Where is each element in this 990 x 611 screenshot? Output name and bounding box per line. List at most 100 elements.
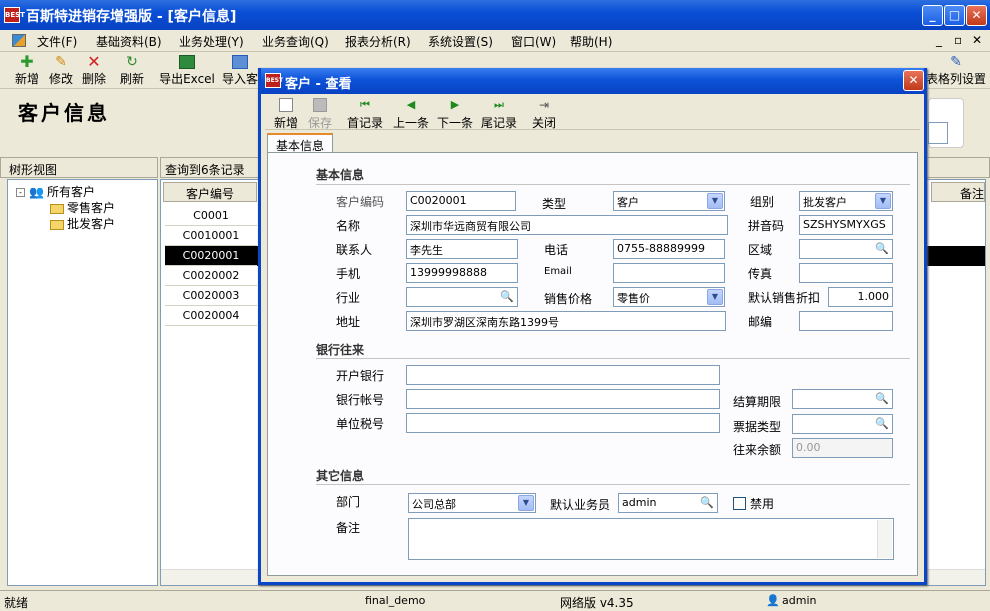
type-select[interactable]: 客户 ▼ bbox=[613, 191, 725, 211]
lookup-search-icon[interactable]: 🔍 bbox=[498, 289, 516, 305]
label-fax: 传真 bbox=[748, 267, 773, 281]
lookup-search-icon[interactable]: 🔍 bbox=[698, 495, 716, 511]
next-record-button[interactable]: ▶ 下一条 bbox=[435, 98, 475, 131]
table-row[interactable]: C0020004 bbox=[165, 306, 257, 326]
tree-item-retail[interactable]: 零售客户 bbox=[50, 199, 115, 216]
refresh-button[interactable]: ↻ 刷新 bbox=[117, 55, 147, 87]
code-field[interactable]: C0020001 bbox=[406, 191, 516, 211]
group-select[interactable]: 批发客户 ▼ bbox=[799, 191, 893, 211]
chevron-down-icon[interactable]: ▼ bbox=[518, 495, 534, 511]
table-row[interactable]: C0020002 bbox=[165, 266, 257, 286]
chevron-down-icon[interactable]: ▼ bbox=[707, 193, 723, 209]
email-field[interactable] bbox=[613, 263, 725, 283]
area-field[interactable]: 🔍 bbox=[799, 239, 893, 259]
disabled-checkbox[interactable] bbox=[733, 497, 746, 510]
settle-field[interactable]: 🔍 bbox=[792, 389, 893, 409]
label-code: 客户编码 bbox=[336, 195, 385, 209]
menu-window[interactable]: 窗口(W) bbox=[511, 33, 556, 50]
close-button[interactable]: ✕ bbox=[966, 5, 987, 26]
col-header-remark[interactable]: 备注 bbox=[931, 182, 985, 202]
col-header-code[interactable]: 客户编号 bbox=[163, 182, 257, 202]
contact-field[interactable]: 李先生 bbox=[406, 239, 518, 259]
import-button[interactable]: 导入客 bbox=[220, 55, 260, 87]
dialog-save-button[interactable]: 保存 bbox=[305, 98, 335, 131]
exit-door-icon: ⇥ bbox=[538, 98, 550, 112]
dialog-close-tool-button[interactable]: ⇥ 关闭 bbox=[529, 98, 559, 131]
search-input-fragment[interactable] bbox=[928, 122, 948, 144]
industry-field[interactable]: 🔍 bbox=[406, 287, 518, 307]
lookup-search-icon[interactable]: 🔍 bbox=[873, 391, 891, 407]
table-row[interactable]: C0001 bbox=[165, 206, 257, 226]
menu-query[interactable]: 业务查询(Q) bbox=[262, 33, 329, 50]
chevron-down-icon[interactable]: ▼ bbox=[707, 289, 723, 305]
first-record-button[interactable]: ⏮ 首记录 bbox=[345, 98, 385, 131]
salesman-field[interactable]: admin 🔍 bbox=[618, 493, 718, 513]
label-zip: 邮编 bbox=[748, 315, 773, 329]
tax-field[interactable] bbox=[406, 413, 720, 433]
address-field[interactable]: 深圳市罗湖区深南东路1399号 bbox=[406, 311, 726, 331]
prev-arrow-icon: ◀ bbox=[406, 98, 416, 111]
menu-help[interactable]: 帮助(H) bbox=[570, 33, 612, 50]
lookup-search-icon[interactable]: 🔍 bbox=[873, 416, 891, 432]
dept-select[interactable]: 公司总部 ▼ bbox=[408, 493, 536, 513]
delete-button[interactable]: ✕ 删除 bbox=[79, 54, 109, 87]
edit-button[interactable]: ✎ 修改 bbox=[46, 55, 76, 87]
menu-basic-data[interactable]: 基础资料(B) bbox=[96, 33, 162, 50]
label-settle: 结算期限 bbox=[733, 395, 782, 409]
account-field[interactable] bbox=[406, 389, 720, 409]
balance-field: 0.00 bbox=[792, 438, 893, 458]
dialog-add-button[interactable]: 新增 bbox=[271, 98, 301, 131]
current-user: admin bbox=[782, 594, 817, 607]
chevron-down-icon[interactable]: ▼ bbox=[875, 193, 891, 209]
zip-field[interactable] bbox=[799, 311, 893, 331]
table-row-selected[interactable]: C0020001 bbox=[165, 246, 257, 266]
grid-settings-button[interactable]: ✎ 表格列设置 bbox=[926, 55, 986, 87]
sales-price-select[interactable]: 零售价 ▼ bbox=[613, 287, 725, 307]
menu-business[interactable]: 业务处理(Y) bbox=[179, 33, 244, 50]
label-remark: 备注 bbox=[336, 521, 361, 535]
last-record-button[interactable]: ⏭ 尾记录 bbox=[479, 98, 519, 131]
export-excel-button[interactable]: 导出Excel bbox=[158, 55, 216, 87]
app-menu-icon[interactable] bbox=[12, 34, 26, 47]
phone-field[interactable]: 0755-88889999 bbox=[613, 239, 725, 259]
menu-settings[interactable]: 系统设置(S) bbox=[428, 33, 493, 50]
discount-field[interactable]: 1.000 bbox=[828, 287, 893, 307]
plus-icon: ✚ bbox=[20, 52, 34, 71]
form-panel: 基本信息 客户编码 C0020001 类型 客户 ▼ 组别 批发客户 ▼ 名称 … bbox=[267, 152, 918, 576]
bank-field[interactable] bbox=[406, 365, 720, 385]
label-salesman: 默认业务员 bbox=[550, 498, 611, 512]
label-dept: 部门 bbox=[336, 495, 361, 509]
add-button[interactable]: ✚ 新增 bbox=[12, 52, 42, 87]
mdi-restore-icon[interactable]: ▫ bbox=[954, 33, 962, 47]
dialog-close-button[interactable]: ✕ bbox=[903, 70, 924, 91]
collapse-icon[interactable]: - bbox=[16, 188, 25, 197]
label-balance: 往来余额 bbox=[733, 443, 782, 457]
table-row[interactable]: C0020003 bbox=[165, 286, 257, 306]
maximize-button[interactable]: □ bbox=[944, 5, 965, 26]
lookup-search-icon[interactable]: 🔍 bbox=[873, 241, 891, 257]
label-group: 组别 bbox=[750, 195, 775, 209]
dialog-logo: BEST bbox=[265, 73, 283, 88]
label-bank: 开户银行 bbox=[336, 369, 385, 383]
tab-basic-info[interactable]: 基本信息 bbox=[267, 133, 333, 153]
label-contact: 联系人 bbox=[336, 243, 373, 257]
pinyin-field[interactable]: SZSHYSMYXGS bbox=[799, 215, 893, 235]
menu-file[interactable]: 文件(F) bbox=[37, 33, 77, 50]
menu-reports[interactable]: 报表分析(R) bbox=[345, 33, 411, 50]
tree-root[interactable]: - 👥 所有客户 bbox=[16, 183, 95, 200]
mdi-close-icon[interactable]: ✕ bbox=[972, 33, 982, 47]
invoice-field[interactable]: 🔍 bbox=[792, 414, 893, 434]
name-field[interactable]: 深圳市华远商贸有限公司 bbox=[406, 215, 728, 235]
tree-item-wholesale[interactable]: 批发客户 bbox=[50, 215, 115, 232]
fax-field[interactable] bbox=[799, 263, 893, 283]
mobile-field[interactable]: 13999998888 bbox=[406, 263, 518, 283]
table-row[interactable]: C0010001 bbox=[165, 226, 257, 246]
prev-record-button[interactable]: ◀ 上一条 bbox=[391, 98, 431, 131]
mdi-minimize-icon[interactable]: _ bbox=[936, 33, 942, 47]
remark-scrollbar[interactable] bbox=[877, 520, 892, 558]
first-record-icon: ⏮ bbox=[360, 98, 370, 111]
label-address: 地址 bbox=[336, 315, 361, 329]
save-disk-icon bbox=[313, 98, 327, 112]
minimize-button[interactable]: _ bbox=[922, 5, 943, 26]
remark-textarea[interactable] bbox=[408, 518, 894, 560]
